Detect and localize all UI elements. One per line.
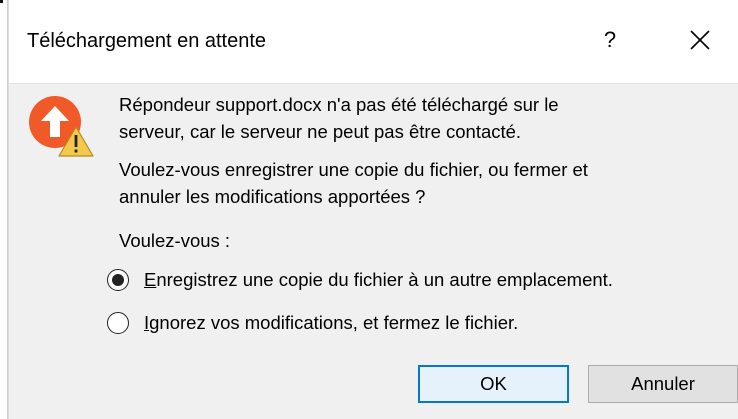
radio-option-label[interactable]: Enregistrez une copie du fichier à un au… <box>144 269 613 291</box>
message-paragraph-2: Voulez-vous enregistrer une copie du fic… <box>119 156 588 210</box>
ok-button[interactable]: OK <box>418 365 569 403</box>
background-window-edge <box>0 0 9 419</box>
upload-pending-dialog: Téléchargement en attente ? Répondeur su… <box>0 0 738 419</box>
title-bar: Téléchargement en attente ? <box>9 0 738 84</box>
upload-arrow-icon <box>29 96 94 157</box>
message-line: Voulez-vous enregistrer une copie du fic… <box>119 159 588 180</box>
choice-question: Voulez-vous : <box>119 230 231 251</box>
radio-dot <box>112 274 124 286</box>
radio-option-save-copy[interactable]: Enregistrez une copie du fichier à un au… <box>107 266 613 294</box>
radio-option-label[interactable]: Ignorez vos modifications, et fermez le … <box>144 312 518 334</box>
radio-button-unchecked[interactable] <box>107 312 129 334</box>
option-text: nregistrez une copie du fichier à un aut… <box>156 269 613 290</box>
radio-button-checked[interactable] <box>107 269 129 291</box>
edge-corner <box>0 0 3 3</box>
cancel-button[interactable]: Annuler <box>588 365 738 403</box>
message-line: annuler les modifications apportées ? <box>119 186 426 207</box>
option-text: gnorez vos modifications, et fermez le f… <box>149 312 519 333</box>
dialog-title: Téléchargement en attente <box>27 30 267 52</box>
close-icon <box>690 30 710 50</box>
close-button[interactable] <box>680 22 720 58</box>
radio-option-discard-changes[interactable]: Ignorez vos modifications, et fermez le … <box>107 309 518 337</box>
mnemonic-letter: E <box>144 269 157 290</box>
message-line: serveur, car le serveur ne peut pas être… <box>119 121 522 142</box>
dialog-body: Répondeur support.docx n'a pas été téléc… <box>9 84 738 419</box>
message-line: Répondeur support.docx n'a pas été téléc… <box>119 94 559 115</box>
help-button[interactable]: ? <box>593 22 627 58</box>
message-paragraph-1: Répondeur support.docx n'a pas été téléc… <box>119 91 559 145</box>
